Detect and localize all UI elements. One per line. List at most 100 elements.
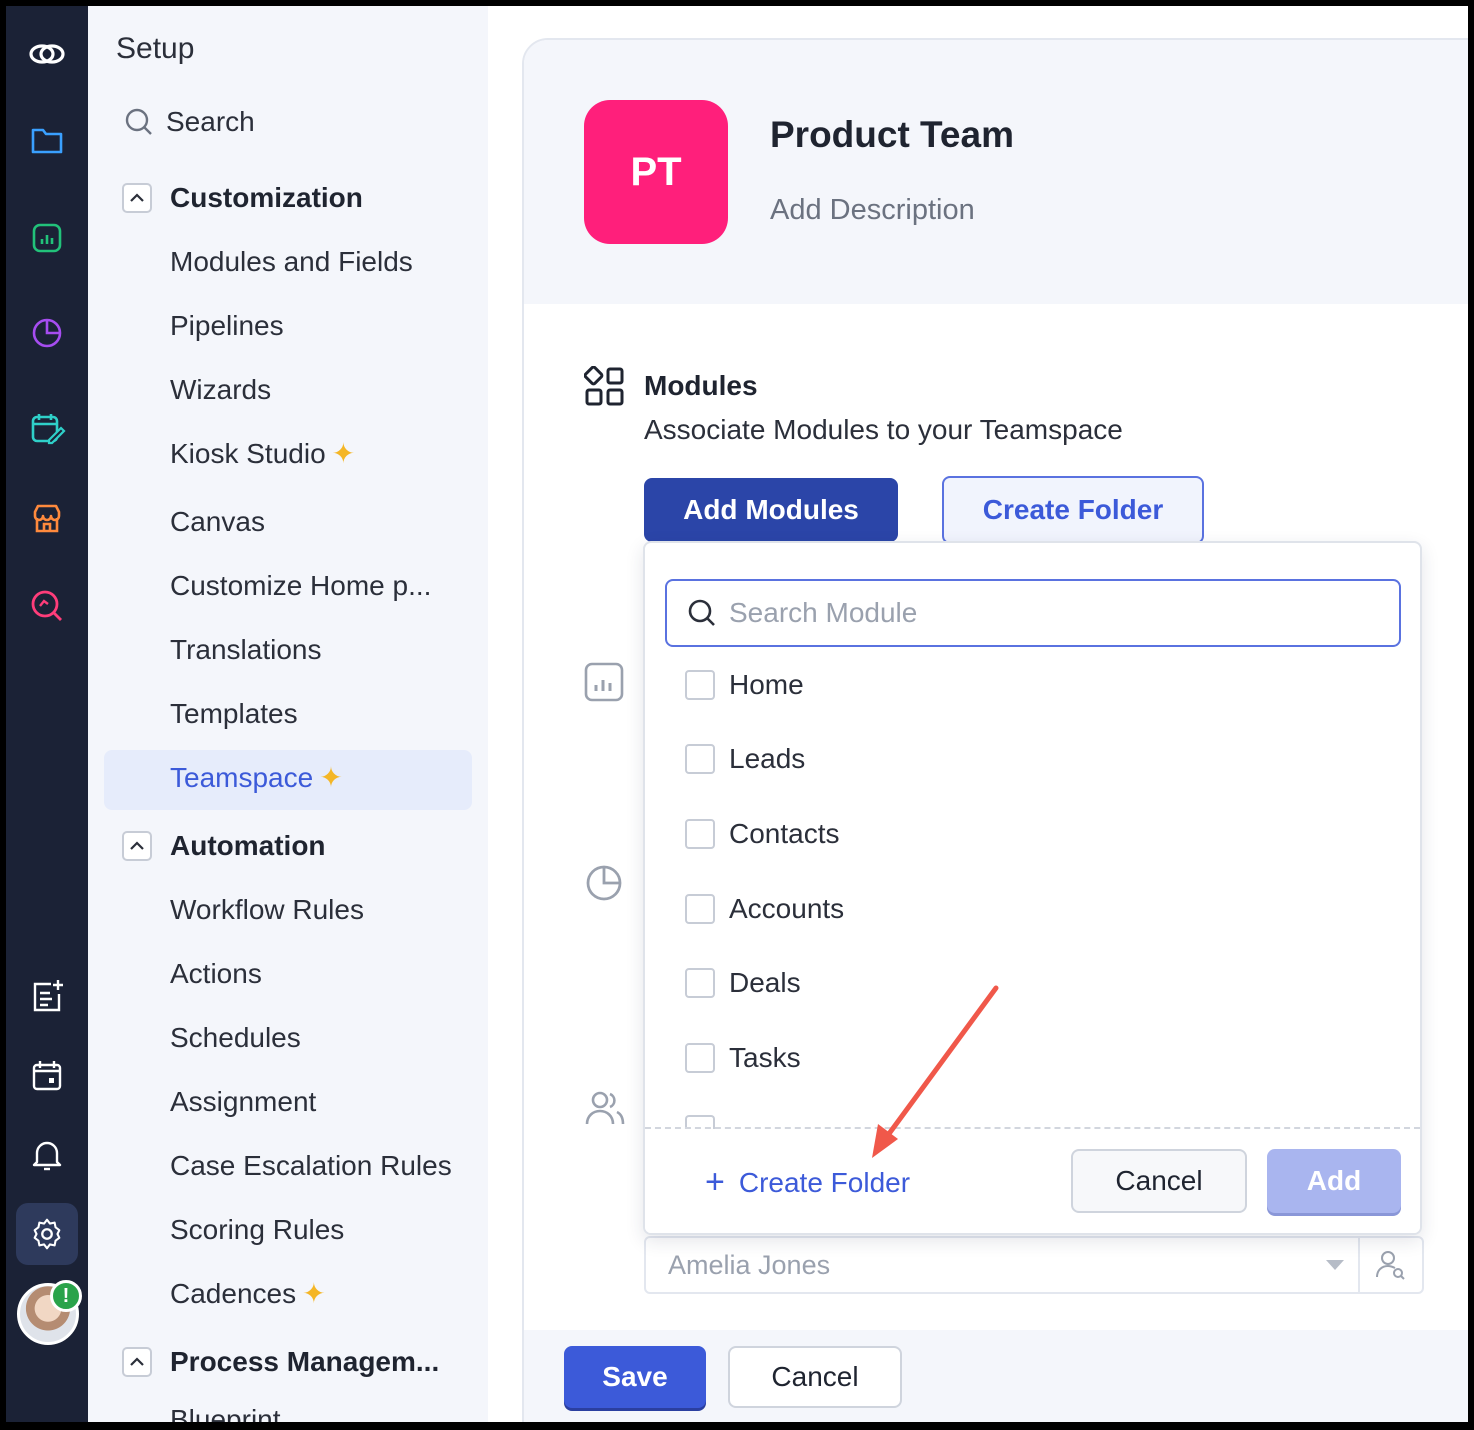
sidebar-item-translations[interactable]: Translations xyxy=(170,634,321,666)
search-icon xyxy=(688,599,715,626)
module-option-contacts[interactable]: Contacts xyxy=(685,818,840,850)
dropdown-cancel-button[interactable]: Cancel xyxy=(1071,1149,1247,1213)
sidebar-item-label: Workflow Rules xyxy=(170,894,364,925)
sidebar-item-blueprint[interactable]: Blueprint xyxy=(170,1404,281,1422)
sidebar-item-label: Teamspace xyxy=(170,762,314,793)
sidebar-item-case-escalation-rules[interactable]: Case Escalation Rules xyxy=(170,1150,452,1182)
section-process-management[interactable]: Process Managem... xyxy=(122,1346,439,1378)
search-module-input[interactable]: Search Module xyxy=(665,579,1401,647)
search-analytics-icon[interactable] xyxy=(6,576,88,636)
module-option-home[interactable]: Home xyxy=(685,669,804,701)
add-description[interactable]: Add Description xyxy=(770,194,975,227)
checkbox[interactable] xyxy=(685,819,715,849)
modules-subtitle: Associate Modules to your Teamspace xyxy=(644,414,1123,445)
sidebar-item-label: Customize Home p... xyxy=(170,570,432,601)
search-icon xyxy=(125,108,152,135)
teamspace-name[interactable]: Product Team xyxy=(770,114,1014,156)
icon-rail: ! xyxy=(6,6,88,1422)
sidebar-item-cadences[interactable]: Cadences ✦ xyxy=(170,1278,326,1310)
module-option-tasks[interactable]: Tasks xyxy=(685,1042,801,1074)
sidebar-item-canvas[interactable]: Canvas xyxy=(170,506,265,538)
sidebar-item-label: Scoring Rules xyxy=(170,1214,345,1245)
module-option-leads[interactable]: Leads xyxy=(685,743,805,775)
sidebar-item-customize-home-page[interactable]: Customize Home p... xyxy=(170,570,431,602)
sparkle-icon: ✦ xyxy=(319,762,343,793)
sparkle-icon: ✦ xyxy=(302,1278,326,1309)
sidebar-item-label: Kiosk Studio xyxy=(170,438,326,469)
sidebar-item-wizards[interactable]: Wizards xyxy=(170,374,271,406)
add-modules-button[interactable]: Add Modules xyxy=(644,478,898,542)
sidebar-title: Setup xyxy=(116,32,195,65)
teamspace-logo[interactable]: PT xyxy=(584,100,728,244)
calendar-icon[interactable] xyxy=(6,1046,88,1106)
checkbox[interactable] xyxy=(685,744,715,774)
module-option-accounts[interactable]: Accounts xyxy=(685,893,844,925)
chevron-up-icon xyxy=(122,831,152,861)
search-placeholder: Search Module xyxy=(729,597,918,628)
section-label: Customization xyxy=(170,182,363,213)
section-label: Automation xyxy=(170,830,326,861)
chevron-up-icon xyxy=(122,1347,152,1377)
divider xyxy=(645,1127,1420,1129)
dropdown-add-button[interactable]: Add xyxy=(1267,1149,1401,1213)
checkbox[interactable] xyxy=(685,894,715,924)
section-customization[interactable]: Customization xyxy=(122,182,363,214)
gear-icon[interactable] xyxy=(16,1203,78,1265)
sidebar-item-label: Actions xyxy=(170,958,262,989)
save-button[interactable]: Save xyxy=(564,1346,706,1408)
sidebar-item-pipelines[interactable]: Pipelines xyxy=(170,310,284,342)
add-note-icon[interactable] xyxy=(6,966,88,1026)
option-label: Deals xyxy=(729,967,801,998)
folder-icon[interactable] xyxy=(6,110,88,170)
owner-select[interactable]: Amelia Jones xyxy=(644,1236,1424,1294)
sidebar-item-modules-and-fields[interactable]: Modules and Fields xyxy=(170,246,413,278)
bar-chart-icon xyxy=(584,662,624,707)
sidebar-item-workflow-rules[interactable]: Workflow Rules xyxy=(170,894,364,926)
create-folder-button[interactable]: Create Folder xyxy=(942,476,1204,544)
option-label: Accounts xyxy=(729,893,845,924)
pie-chart-icon xyxy=(584,862,624,907)
sidebar-item-label: Canvas xyxy=(170,506,265,537)
modules-title: Modules xyxy=(644,370,758,401)
sidebar-item-label: Cadences xyxy=(170,1278,297,1309)
users-icon xyxy=(584,1088,626,1133)
calendar-edit-icon[interactable] xyxy=(6,398,88,458)
plus-icon: + xyxy=(705,1163,725,1201)
sidebar-item-templates[interactable]: Templates xyxy=(170,698,298,730)
section-automation[interactable]: Automation xyxy=(122,830,326,862)
chevron-up-icon xyxy=(122,183,152,213)
modules-icon xyxy=(583,365,626,413)
sidebar-item-label: Templates xyxy=(170,698,298,729)
pie-chart-icon[interactable] xyxy=(6,302,88,362)
user-search-icon[interactable] xyxy=(1358,1238,1422,1292)
module-option-deals[interactable]: Deals xyxy=(685,967,801,999)
create-folder-link[interactable]: + Create Folder xyxy=(705,1163,910,1202)
sidebar-item-label: Modules and Fields xyxy=(170,246,413,277)
alert-badge-icon: ! xyxy=(50,1280,82,1312)
sidebar-item-kiosk-studio[interactable]: Kiosk Studio ✦ xyxy=(170,438,355,470)
sidebar-item-scoring-rules[interactable]: Scoring Rules xyxy=(170,1214,344,1246)
analytics-icon[interactable] xyxy=(6,208,88,268)
sidebar-item-assignment[interactable]: Assignment xyxy=(170,1086,316,1118)
section-label: Process Managem... xyxy=(170,1346,440,1377)
sidebar-item-label: Translations xyxy=(170,634,322,665)
sidebar-item-label: Case Escalation Rules xyxy=(170,1150,452,1181)
sidebar-item-schedules[interactable]: Schedules xyxy=(170,1022,301,1054)
sidebar-search[interactable]: Search xyxy=(124,106,255,138)
sparkle-icon: ✦ xyxy=(331,438,356,469)
sidebar-item-actions[interactable]: Actions xyxy=(170,958,262,990)
option-label: Home xyxy=(729,669,804,700)
option-label: Contacts xyxy=(729,818,840,849)
sidebar-item-label: Assignment xyxy=(170,1086,317,1117)
app-window: ! Setup Search Customization Modules and… xyxy=(6,6,1468,1422)
zoho-logo-icon[interactable] xyxy=(6,24,88,84)
sidebar-item-teamspace[interactable]: Teamspace ✦ xyxy=(170,762,343,794)
sidebar-item-label: Schedules xyxy=(170,1022,301,1053)
cancel-button[interactable]: Cancel xyxy=(728,1346,902,1408)
bell-icon[interactable] xyxy=(6,1124,88,1184)
checkbox[interactable] xyxy=(685,670,715,700)
checkbox[interactable] xyxy=(685,968,715,998)
store-icon[interactable] xyxy=(6,488,88,548)
checkbox[interactable] xyxy=(685,1043,715,1073)
add-modules-dropdown: Search Module Home Leads Contacts Accoun… xyxy=(643,541,1422,1235)
